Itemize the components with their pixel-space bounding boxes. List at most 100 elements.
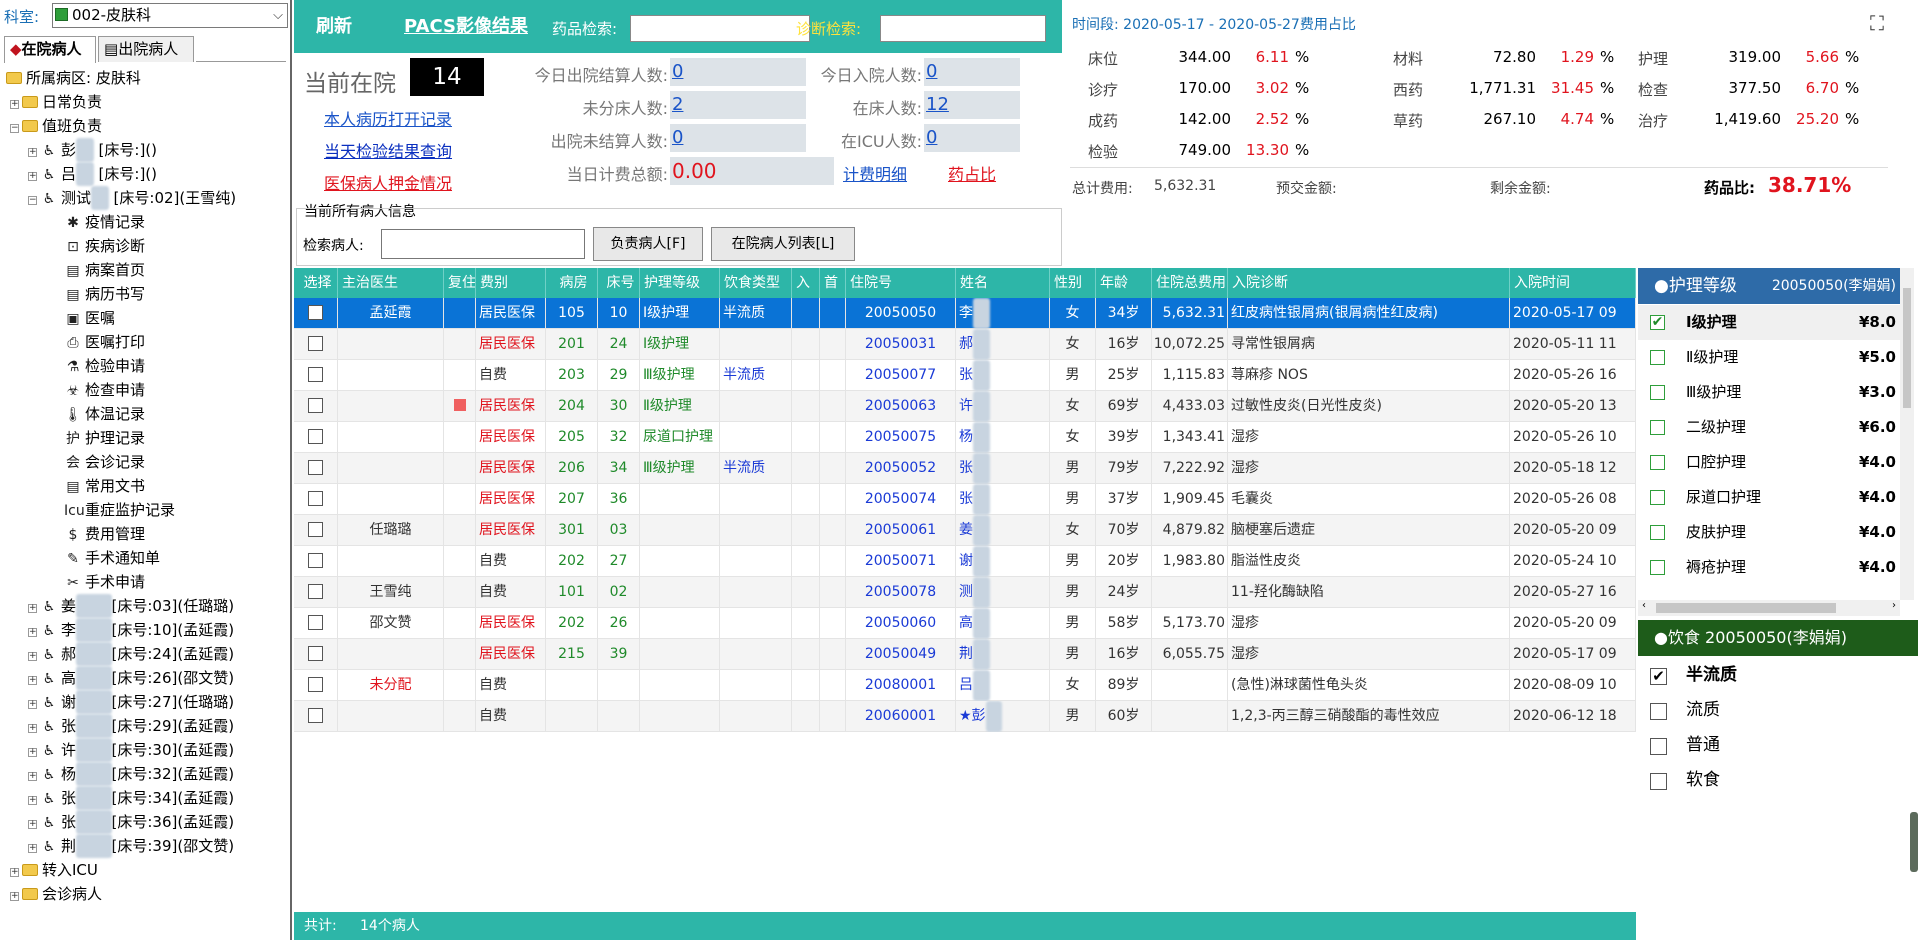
ward-node[interactable]: 所属病区: 皮肤科 <box>6 66 141 90</box>
search-patient-input[interactable] <box>381 229 585 259</box>
row-checkbox[interactable] <box>308 305 323 320</box>
col-first-header[interactable]: 首 <box>820 268 846 298</box>
row-checkbox[interactable] <box>308 584 323 599</box>
table-row[interactable]: 居民医保20532尿道口护理 20050075杨xx女39岁1,343.41湿疹2… <box>294 422 1636 453</box>
nursing-option[interactable]: ✔ Ⅰ级护理 ¥8.0 <box>1638 305 1900 340</box>
menu-item[interactable]: ▤ 常用文书 <box>64 474 145 498</box>
nursing-checkbox[interactable] <box>1650 560 1665 575</box>
cell-select[interactable] <box>294 484 338 515</box>
row-checkbox[interactable] <box>308 708 323 723</box>
group-node[interactable]: + 转入ICU <box>10 858 98 882</box>
discharge-unsettled-value[interactable]: 0 <box>670 124 806 152</box>
menu-item[interactable]: ▤ 病历书写 <box>64 282 145 306</box>
cell-select[interactable] <box>294 360 338 391</box>
col-readmit-header[interactable]: 复住 <box>444 268 476 298</box>
icu-value[interactable]: 0 <box>924 124 1020 152</box>
table-row[interactable]: 邵文赞 居民医保20226 20050060高xx男58岁5,173.70湿疹202… <box>294 608 1636 639</box>
nursing-checkbox[interactable] <box>1650 455 1665 470</box>
row-checkbox[interactable] <box>308 460 323 475</box>
diet-option[interactable]: 普通 <box>1638 728 1908 763</box>
my-patients-button[interactable]: 负责病人[F] <box>593 227 703 261</box>
nursing-option[interactable]: 口腔护理 ¥4.0 <box>1638 445 1900 480</box>
cell-select[interactable] <box>294 546 338 577</box>
nursing-checkbox[interactable] <box>1650 525 1665 540</box>
diet-checkbox[interactable] <box>1650 738 1667 755</box>
table-row[interactable]: 自费 20060001★彭xx男60岁 1,2,3-丙三醇三硝酸酯的毒性效应2020… <box>294 701 1636 732</box>
table-row[interactable]: 王雪纯 自费10102 20050078测xx男24岁 11-羟化酶缺陷2020-05… <box>294 577 1636 608</box>
col-sex-header[interactable]: 性别 <box>1050 268 1096 298</box>
patient-node[interactable]: +♿荆xxxx[床号:39](邵文赞) <box>28 834 234 858</box>
diet-option[interactable]: ✔ 半流质 <box>1638 658 1908 693</box>
menu-item[interactable]: Icu重症监护记录 <box>64 498 175 522</box>
patient-node[interactable]: +♿张xxxx[床号:36](孟延霞) <box>28 810 234 834</box>
group-daily[interactable]: + 日常负责 <box>10 90 102 114</box>
group-node[interactable]: + 会诊病人 <box>10 882 102 906</box>
patient-node[interactable]: +♿杨xxxx[床号:32](孟延霞) <box>28 762 234 786</box>
vertical-scrollbar[interactable] <box>1900 268 1914 600</box>
nursing-option[interactable]: 褥疮护理 ¥4.0 <box>1638 550 1900 585</box>
department-select[interactable]: 002-皮肤科 ⌵ <box>52 3 288 28</box>
row-checkbox[interactable] <box>308 398 323 413</box>
menu-item[interactable]: ⎙ 医嘱打印 <box>64 330 145 354</box>
patient-node[interactable]: +♿姜xxxx[床号:03](任璐璐) <box>28 594 234 618</box>
cell-select[interactable] <box>294 391 338 422</box>
row-checkbox[interactable] <box>308 553 323 568</box>
patient-node[interactable]: +♿吕xx [床号:]() <box>28 162 157 186</box>
cell-select[interactable] <box>294 298 338 329</box>
today-admit-value[interactable]: 0 <box>924 58 1020 86</box>
col-room-header[interactable]: 病房 <box>546 268 598 298</box>
menu-item[interactable]: ▤ 病案首页 <box>64 258 145 282</box>
nursing-option[interactable]: Ⅲ级护理 ¥3.0 <box>1638 375 1900 410</box>
cell-select[interactable] <box>294 639 338 670</box>
col-in-header[interactable]: 入 <box>792 268 820 298</box>
patient-node[interactable]: +♿郝xxxx[床号:24](孟延霞) <box>28 642 234 666</box>
cell-select[interactable] <box>294 422 338 453</box>
menu-item[interactable]: ✎ 手术通知单 <box>64 546 160 570</box>
side-handle[interactable] <box>1910 812 1918 872</box>
cell-select[interactable] <box>294 453 338 484</box>
unassigned-bed-value[interactable]: 2 <box>670 91 806 119</box>
row-checkbox[interactable] <box>308 367 323 382</box>
cell-select[interactable] <box>294 577 338 608</box>
cell-select[interactable] <box>294 329 338 360</box>
record-open-log-link[interactable]: 本人病历打开记录 <box>324 106 452 130</box>
table-row[interactable]: 居民医保20736 20050074张xx男37岁1,909.45毛囊炎2020-… <box>294 484 1636 515</box>
diet-checkbox[interactable] <box>1650 703 1667 720</box>
menu-item[interactable]: ▣ 医嘱 <box>64 306 115 330</box>
row-checkbox[interactable] <box>308 615 323 630</box>
menu-item[interactable]: ✱ 疫情记录 <box>64 210 145 234</box>
col-bed-header[interactable]: 床号 <box>598 268 640 298</box>
row-checkbox[interactable] <box>308 429 323 444</box>
tab-inpatients[interactable]: ◆在院病人 <box>4 36 96 63</box>
group-duty[interactable]: − 值班负责 <box>10 114 102 138</box>
row-checkbox[interactable] <box>308 646 323 661</box>
diagnosis-search-input[interactable] <box>880 15 1046 42</box>
row-checkbox[interactable] <box>308 491 323 506</box>
col-age-header[interactable]: 年龄 <box>1096 268 1152 298</box>
pacs-results-button[interactable]: PACS影像结果 <box>404 12 528 38</box>
col-admit-time-header[interactable]: 入院时间 <box>1510 268 1636 298</box>
table-row[interactable]: 自费20329Ⅲ级护理半流质 20050077张xx男25岁1,115.83荨麻疹… <box>294 360 1636 391</box>
fullscreen-icon[interactable]: ⛶ <box>1870 11 1884 35</box>
menu-item[interactable]: ⊡ 疾病诊断 <box>64 234 145 258</box>
diet-checkbox[interactable]: ✔ <box>1650 668 1667 685</box>
diet-option[interactable]: 软食 <box>1638 763 1908 798</box>
col-diet-header[interactable]: 饮食类型 <box>720 268 792 298</box>
nursing-checkbox[interactable] <box>1650 420 1665 435</box>
patient-node[interactable]: +♿彭xx [床号:]() <box>28 138 157 162</box>
table-row[interactable]: 未分配 自费 20080001吕xx女89岁 (急性)淋球菌性龟头炎2020-08-0… <box>294 670 1636 701</box>
col-name-header[interactable]: 姓名 <box>956 268 1050 298</box>
menu-item[interactable]: 🌡 体温记录 <box>64 402 145 426</box>
cell-select[interactable] <box>294 670 338 701</box>
menu-item[interactable]: 会会诊记录 <box>64 450 145 474</box>
nursing-option[interactable]: 皮肤护理 ¥4.0 <box>1638 515 1900 550</box>
col-select-header[interactable]: 选择 <box>294 268 338 298</box>
patient-node[interactable]: +♿张xxxx[床号:34](孟延霞) <box>28 786 234 810</box>
row-checkbox[interactable] <box>308 677 323 692</box>
nursing-option[interactable]: Ⅱ级护理 ¥5.0 <box>1638 340 1900 375</box>
nursing-checkbox[interactable]: ✔ <box>1650 315 1665 330</box>
nursing-option[interactable]: 尿道口护理 ¥4.0 <box>1638 480 1900 515</box>
cell-select[interactable] <box>294 701 338 732</box>
nursing-checkbox[interactable] <box>1650 385 1665 400</box>
table-row[interactable]: 孟延霞 居民医保10510Ⅰ级护理半流质 20050050李xx女34岁5,632.… <box>294 298 1636 329</box>
